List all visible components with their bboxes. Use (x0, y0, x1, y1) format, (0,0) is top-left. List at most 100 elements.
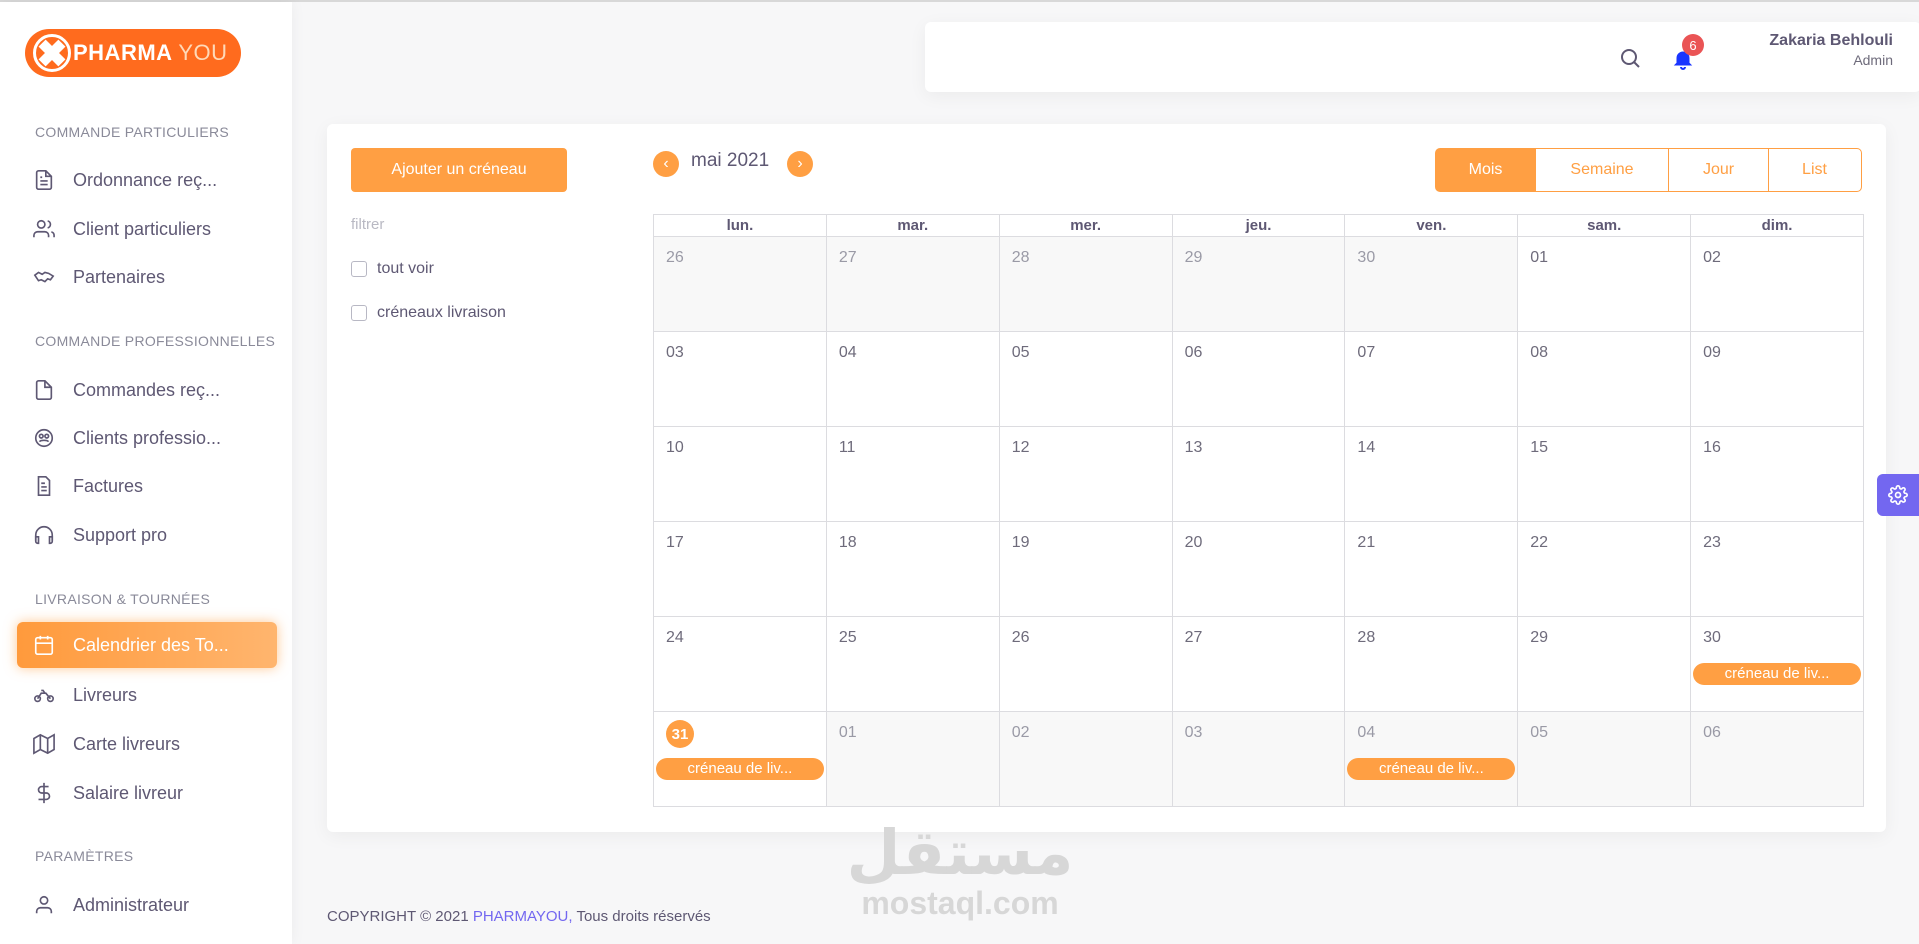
calendar-day[interactable]: 10 (654, 427, 827, 522)
calendar-day[interactable]: 09 (1691, 332, 1864, 427)
prev-month-button[interactable]: ‹ (653, 151, 679, 177)
calendar-day[interactable]: 25 (826, 617, 1000, 712)
checkbox[interactable] (351, 305, 367, 321)
sidebar-item-clients-professionnels[interactable]: Clients professio... (17, 415, 277, 461)
calendar-day[interactable]: 24 (654, 617, 827, 712)
calendar-day[interactable]: 06 (1691, 712, 1864, 807)
settings-customizer-button[interactable] (1877, 474, 1919, 516)
calendar-day[interactable]: 13 (1172, 427, 1346, 522)
calendar-day[interactable]: 01 (826, 712, 1000, 807)
calendar-day[interactable]: 03 (654, 332, 827, 427)
calendar-event[interactable]: créneau de liv... (1347, 758, 1516, 780)
day-number[interactable]: 15 (1530, 439, 1548, 457)
calendar-day[interactable]: 05 (999, 332, 1173, 427)
calendar-day[interactable]: 27 (826, 237, 1000, 332)
day-number[interactable]: 27 (839, 249, 857, 267)
day-number[interactable]: 24 (666, 629, 684, 647)
day-number[interactable]: 05 (1530, 724, 1548, 742)
calendar-day[interactable]: 26 (999, 617, 1173, 712)
calendar-day[interactable]: 20 (1172, 522, 1346, 617)
day-number[interactable]: 29 (1185, 249, 1203, 267)
checkbox[interactable] (351, 261, 367, 277)
calendar-day[interactable]: 22 (1518, 522, 1692, 617)
calendar-day[interactable]: 05 (1518, 712, 1692, 807)
calendar-day[interactable]: 08 (1518, 332, 1692, 427)
day-number[interactable]: 03 (1185, 724, 1203, 742)
sidebar-item-partenaires[interactable]: Partenaires (17, 254, 277, 300)
sidebar-item-administrateur[interactable]: Administrateur (17, 882, 277, 928)
filter-show-all[interactable]: tout voir (351, 260, 434, 278)
calendar-day[interactable]: 14 (1345, 427, 1519, 522)
sidebar-item-commandes[interactable]: Commandes reç... (17, 367, 277, 413)
calendar-day[interactable]: 21 (1345, 522, 1519, 617)
calendar-day[interactable]: 19 (999, 522, 1173, 617)
view-list-button[interactable]: List (1767, 148, 1862, 192)
calendar-day[interactable]: 23 (1691, 522, 1864, 617)
day-number[interactable]: 08 (1530, 344, 1548, 362)
calendar-day[interactable]: 29 (1518, 617, 1692, 712)
calendar-event[interactable]: créneau de liv... (656, 758, 824, 780)
day-number[interactable]: 28 (1357, 629, 1375, 647)
day-number[interactable]: 12 (1012, 439, 1030, 457)
day-number[interactable]: 21 (1357, 534, 1375, 552)
day-number[interactable]: 17 (666, 534, 684, 552)
calendar-day[interactable]: 30 créneau de liv... (1691, 617, 1864, 712)
user-name[interactable]: Zakaria Behlouli (1769, 32, 1893, 50)
day-number[interactable]: 30 (1703, 629, 1721, 647)
calendar-day[interactable]: 15 (1518, 427, 1692, 522)
sidebar-item-client-particuliers[interactable]: Client particuliers (17, 206, 277, 252)
day-number[interactable]: 01 (839, 724, 857, 742)
day-number[interactable]: 02 (1012, 724, 1030, 742)
day-number[interactable]: 13 (1185, 439, 1203, 457)
calendar-day[interactable]: 17 (654, 522, 827, 617)
day-number[interactable]: 30 (1357, 249, 1375, 267)
next-month-button[interactable]: › (787, 151, 813, 177)
day-number[interactable]: 28 (1012, 249, 1030, 267)
view-week-button[interactable]: Semaine (1534, 148, 1670, 192)
calendar-day[interactable]: 07 (1345, 332, 1519, 427)
day-number[interactable]: 27 (1185, 629, 1203, 647)
day-number[interactable]: 01 (1530, 249, 1548, 267)
search-icon[interactable] (1618, 46, 1642, 70)
calendar-day[interactable]: 26 (654, 237, 827, 332)
calendar-day[interactable]: 28 (1345, 617, 1519, 712)
calendar-day[interactable]: 02 (1691, 237, 1864, 332)
brand-logo[interactable]: PHARMA YOU (25, 29, 241, 77)
sidebar-item-support-pro[interactable]: Support pro (17, 512, 277, 558)
sidebar-item-ordonnance[interactable]: Ordonnance reç... (17, 157, 277, 203)
sidebar-item-carte-livreurs[interactable]: Carte livreurs (17, 721, 277, 767)
calendar-event[interactable]: créneau de liv... (1693, 663, 1861, 685)
day-number[interactable]: 11 (839, 439, 856, 457)
day-number[interactable]: 25 (839, 629, 857, 647)
calendar-day[interactable]: 29 (1172, 237, 1346, 332)
day-number[interactable]: 22 (1530, 534, 1548, 552)
day-number[interactable]: 06 (1703, 724, 1721, 742)
sidebar-item-livreurs[interactable]: Livreurs (17, 672, 277, 718)
day-number[interactable]: 07 (1357, 344, 1375, 362)
day-number[interactable]: 18 (839, 534, 857, 552)
calendar-day[interactable]: 27 (1172, 617, 1346, 712)
day-number[interactable]: 26 (666, 249, 684, 267)
day-number[interactable]: 23 (1703, 534, 1721, 552)
sidebar-item-salaire-livreur[interactable]: Salaire livreur (17, 770, 277, 816)
day-number[interactable]: 26 (1012, 629, 1030, 647)
sidebar-item-factures[interactable]: Factures (17, 463, 277, 509)
day-number[interactable]: 16 (1703, 439, 1721, 457)
day-number[interactable]: 04 (839, 344, 857, 362)
day-number[interactable]: 05 (1012, 344, 1030, 362)
day-number[interactable]: 09 (1703, 344, 1721, 362)
day-number[interactable]: 10 (666, 439, 684, 457)
calendar-day[interactable]: 11 (826, 427, 1000, 522)
view-month-button[interactable]: Mois (1435, 148, 1536, 192)
filter-delivery-slots[interactable]: créneaux livraison (351, 304, 506, 322)
calendar-day[interactable]: 03 (1172, 712, 1346, 807)
day-number[interactable]: 31 (666, 720, 694, 748)
day-number[interactable]: 14 (1357, 439, 1375, 457)
day-number[interactable]: 29 (1530, 629, 1548, 647)
view-day-button[interactable]: Jour (1668, 148, 1769, 192)
day-number[interactable]: 03 (666, 344, 684, 362)
sidebar-item-calendrier[interactable]: Calendrier des To... (17, 622, 277, 668)
calendar-day[interactable]: 06 (1172, 332, 1346, 427)
add-slot-button[interactable]: Ajouter un créneau (351, 148, 567, 192)
day-number[interactable]: 04 (1357, 724, 1375, 742)
